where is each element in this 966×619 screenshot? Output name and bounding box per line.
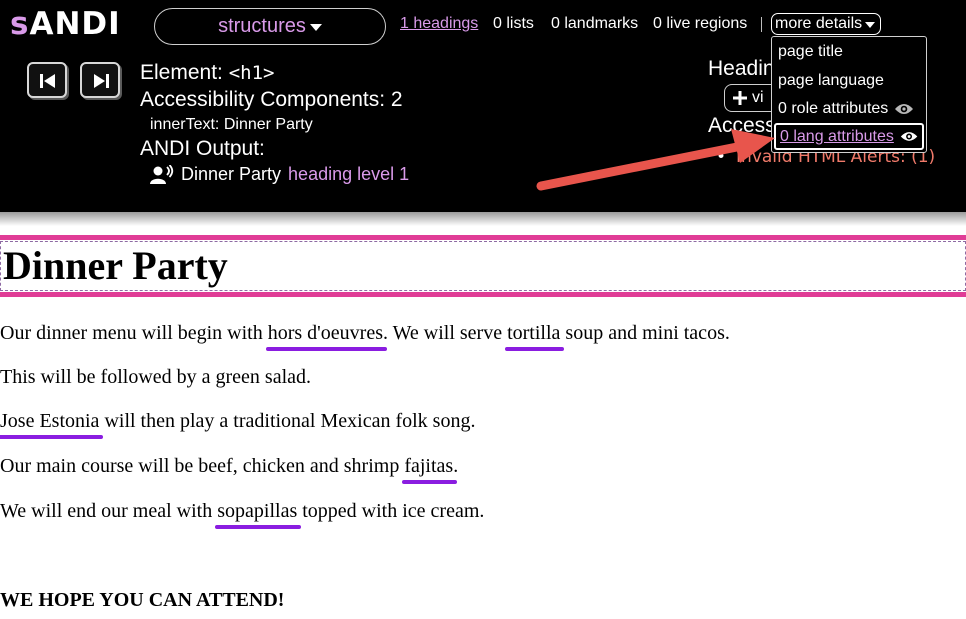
skip-previous-icon (40, 74, 55, 88)
divider (761, 17, 762, 32)
lang-marked-text: fajitas (404, 455, 454, 477)
skip-next-icon (94, 74, 109, 88)
heading-highlight-bottom (0, 292, 966, 297)
paragraph-5: We will end our meal with sopapillas top… (0, 499, 484, 523)
logo-main: ANDI (29, 6, 121, 42)
page-title[interactable]: Dinner Party (3, 243, 228, 289)
paragraph-1: Our dinner menu will begin with hors d'o… (0, 321, 730, 345)
closing-text: WE HOPE YOU CAN ATTEND! (0, 589, 285, 611)
speaker-icon (150, 164, 174, 184)
output-text: Dinner Party (181, 164, 282, 184)
menu-item-role-attributes[interactable]: 0 role attributes (778, 100, 914, 118)
text: soup and mini tacos. (560, 322, 730, 344)
andi-logo: sANDI (10, 6, 121, 42)
output-title: ANDI Output: (140, 137, 265, 160)
access-section-label: Access (708, 114, 776, 137)
text: topped with ice cream. (297, 500, 485, 522)
eye-icon (895, 104, 914, 114)
menu-item-label: page language (778, 72, 884, 89)
more-details-button[interactable]: more details (771, 13, 881, 35)
chevron-down-icon (865, 21, 876, 28)
output-level: heading level 1 (288, 164, 410, 184)
eye-icon[interactable] (900, 129, 918, 144)
andi-toolbar: sANDI structures 1 headings 0 lists 0 la… (0, 0, 966, 212)
module-label: structures (218, 15, 306, 37)
menu-item-label: 0 role attributes (778, 100, 889, 117)
toolbar-shadow (0, 212, 966, 226)
menu-item-lang-attributes[interactable]: 0 lang attributes (774, 123, 924, 150)
headings-link[interactable]: 1 headings (400, 15, 478, 33)
module-select[interactable]: structures (154, 8, 386, 45)
innertext-line: innerText: Dinner Party (150, 116, 313, 134)
view-button-label: vi (752, 89, 764, 106)
menu-item-label: page title (778, 43, 843, 60)
more-details-menu: page title page language 0 role attribut… (771, 36, 927, 153)
paragraph-3: Jose Estonia will then play a traditiona… (0, 409, 475, 433)
bullet-icon: • (716, 147, 727, 167)
more-details-label: more details (775, 15, 863, 32)
lang-marked-text: hors d'oeuvres (267, 322, 383, 344)
lang-marked-text: Jose Estonia (0, 410, 100, 432)
paragraph-4: Our main course will be beef, chicken an… (0, 454, 458, 478)
next-element-button[interactable] (80, 62, 120, 98)
text: We will end our meal with (0, 500, 218, 522)
text: . (453, 455, 459, 477)
lists-link[interactable]: 0 lists (493, 15, 534, 33)
element-label: Element: (140, 61, 223, 84)
chevron-down-icon (309, 24, 322, 31)
andi-output: Dinner Party heading level 1 (150, 164, 409, 185)
live-regions-link[interactable]: 0 live regions (653, 15, 747, 33)
plus-icon (733, 91, 747, 105)
element-line: Element: <h1> (140, 61, 274, 85)
paragraph-2: This will be followed by a green salad. (0, 366, 312, 388)
menu-item-label: 0 lang attributes (780, 127, 894, 145)
text: Our main course will be beef, chicken an… (0, 455, 405, 477)
headings-section-label: Headin (708, 57, 775, 80)
landmarks-link[interactable]: 0 landmarks (551, 15, 638, 33)
innertext-value: Dinner Party (223, 116, 313, 133)
lang-marked-text: sopapillas (217, 500, 298, 522)
previous-element-button[interactable] (27, 62, 67, 98)
logo-prefix: s (10, 6, 30, 42)
heading-highlight-top (0, 235, 966, 240)
menu-item-page-title[interactable]: page title (778, 43, 843, 61)
text: . We will serve (382, 322, 508, 344)
innertext-label: innerText: (150, 116, 220, 133)
text: Our dinner menu will begin with (0, 322, 268, 344)
components-line: Accessibility Components: 2 (140, 88, 403, 111)
menu-item-page-language[interactable]: page language (778, 72, 884, 90)
lang-marked-text: tortilla (507, 322, 561, 344)
element-tag: <h1> (228, 62, 275, 84)
text: will then play a traditional Mexican fol… (99, 410, 476, 432)
